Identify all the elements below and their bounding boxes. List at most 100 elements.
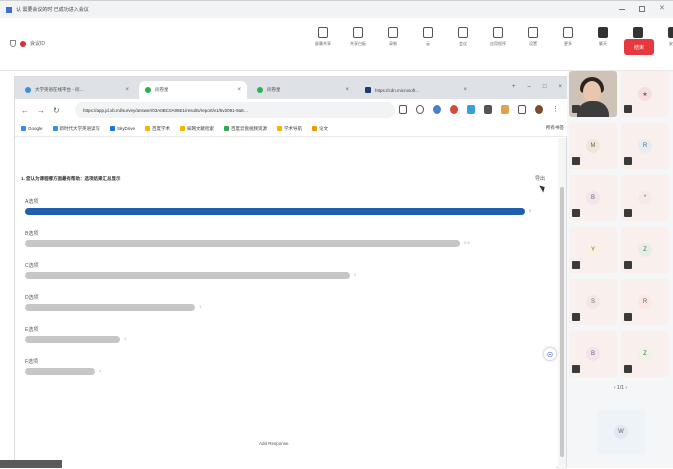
avatar: Z: [638, 347, 652, 361]
meeting-info[interactable]: 会议ID: [10, 40, 45, 47]
minimize-icon[interactable]: –: [528, 84, 531, 90]
window-title: 认 需要会议的时 已成功进入会议: [16, 7, 89, 13]
tab-strip: 大学英语在线平台 - 问… × 问卷星 × 问卷星 × https://cdn.…: [15, 77, 568, 99]
more-button[interactable]: 更多: [557, 27, 579, 47]
folder-icon: [180, 126, 186, 131]
whiteboard-icon: [353, 27, 363, 38]
chat-button[interactable]: 聊天: [592, 27, 614, 47]
bookmark-icon: [312, 126, 318, 131]
bookmark-item[interactable]: Google: [21, 126, 43, 131]
scrollbar-thumb[interactable]: [560, 187, 564, 457]
browser-tab[interactable]: https://cdn.microsoft… ×: [359, 81, 473, 99]
extension-icon[interactable]: [501, 105, 509, 114]
bookmark-label: 学术导航: [284, 125, 303, 131]
close-icon[interactable]: ✕: [659, 5, 665, 12]
add-response-link[interactable]: Add Response: [259, 441, 289, 446]
settings-button[interactable]: 设置: [522, 27, 544, 47]
option-bar: [25, 272, 350, 279]
bookmark-label: 新时代大学英语读写: [59, 125, 101, 131]
participant-tile[interactable]: B: [569, 331, 617, 377]
whiteboard-button[interactable]: 共享白板: [347, 27, 369, 47]
restore-icon[interactable]: □: [543, 84, 547, 90]
record-button[interactable]: 录制: [382, 27, 404, 47]
extension-icon[interactable]: [467, 105, 475, 114]
meeting-button[interactable]: 会议: [452, 27, 474, 47]
tab-close-icon[interactable]: ×: [345, 87, 349, 93]
reload-icon[interactable]: ↻: [53, 106, 60, 115]
cloud-button[interactable]: 云: [417, 27, 439, 47]
avatar: W: [614, 425, 628, 439]
end-meeting-button[interactable]: 结束: [624, 39, 654, 55]
tool-label: 更多: [564, 41, 572, 46]
tab-strip-controls: + – □ ×: [512, 84, 562, 90]
tab-label: https://cdn.microsoft…: [375, 87, 420, 93]
participant-tile[interactable]: M: [569, 123, 617, 169]
mic-icon: [624, 365, 632, 373]
bookmark-item[interactable]: SkyDrive: [110, 126, 135, 131]
participant-tile[interactable]: S: [569, 279, 617, 325]
security-button[interactable]: 安全: [662, 27, 673, 47]
participant-tile[interactable]: Z: [621, 227, 669, 273]
option-value: 1: [99, 368, 102, 373]
tab-label: 问卷星: [155, 87, 169, 92]
browser-tab-active[interactable]: 问卷星 ×: [139, 81, 247, 99]
participant-video-tile[interactable]: [569, 71, 617, 117]
tab-close-icon[interactable]: ×: [125, 87, 129, 93]
option-value: 2.8 ·: [464, 240, 473, 245]
option-row: B选项 2.8 ·: [25, 230, 535, 247]
bookmark-item[interactable]: 百度学术: [145, 126, 170, 132]
bookmark-item[interactable]: 百度云盘视频资源: [224, 126, 267, 132]
bookmark-item[interactable]: 论文: [312, 126, 328, 132]
tab-favicon-icon: [257, 87, 263, 93]
participant-tile[interactable]: B: [569, 175, 617, 221]
tab-close-icon[interactable]: ×: [237, 87, 241, 93]
forward-icon[interactable]: →: [37, 106, 45, 115]
zoom-icon[interactable]: [416, 105, 424, 114]
extension-icon[interactable]: [484, 105, 492, 114]
bookmark-item[interactable]: 知网文献检索: [180, 126, 214, 132]
bookmark-item[interactable]: 学术导航: [277, 126, 302, 132]
export-button[interactable]: 导出: [535, 175, 545, 182]
participant-tile[interactable]: *: [621, 175, 669, 221]
browser-tab[interactable]: 大学英语在线平台 - 问… ×: [19, 81, 135, 99]
participant-tile[interactable]: Z: [621, 331, 669, 377]
minimize-icon[interactable]: [619, 6, 625, 10]
browser-tab[interactable]: 问卷星 ×: [251, 81, 355, 99]
assistant-float-button[interactable]: ⊝: [543, 347, 557, 361]
participant-tile[interactable]: R: [621, 279, 669, 325]
recording-dot-icon: [20, 40, 26, 47]
meeting-id-label: 会议ID: [30, 41, 46, 47]
translate-icon[interactable]: [433, 105, 441, 114]
mic-icon: [572, 105, 580, 113]
avatar: M: [586, 139, 600, 153]
bookmark-label: Google: [28, 126, 43, 131]
all-bookmarks[interactable]: 所有书签: [546, 125, 564, 131]
sidebar-icon[interactable]: [518, 105, 526, 114]
option-bar: [25, 240, 460, 247]
new-tab-icon[interactable]: +: [512, 84, 516, 90]
participant-tile[interactable]: Y: [569, 227, 617, 273]
close-icon[interactable]: ×: [558, 84, 562, 90]
participant-tile[interactable]: R: [621, 123, 669, 169]
maximize-icon[interactable]: [639, 6, 645, 12]
address-bar[interactable]: https://app.jd.xb.ml/survey/answer/03A0B…: [75, 102, 395, 118]
participant-tile[interactable]: W: [597, 409, 645, 455]
apps-button[interactable]: 应用程序: [487, 27, 509, 47]
page-indicator[interactable]: ‹ 1/1 ›: [614, 385, 627, 391]
option-label: D选项: [25, 295, 39, 301]
option-label: E选项: [25, 327, 39, 333]
extension-icon[interactable]: [450, 105, 458, 114]
mic-icon: [624, 209, 632, 217]
tool-label: 屏幕共享: [315, 41, 331, 46]
menu-icon[interactable]: ⋮: [552, 105, 559, 114]
profile-avatar-icon[interactable]: [535, 105, 543, 114]
mic-icon: [624, 157, 632, 165]
cloud-icon: [423, 27, 433, 38]
participant-tile[interactable]: ★: [621, 71, 669, 117]
screenshot-icon[interactable]: [399, 105, 407, 114]
screen-share-button[interactable]: 屏幕共享: [312, 27, 334, 47]
bookmark-item[interactable]: 新时代大学英语读写: [52, 125, 101, 132]
tab-favicon-icon: [145, 87, 151, 93]
tab-close-icon[interactable]: ×: [463, 87, 467, 93]
back-icon[interactable]: ←: [21, 106, 29, 115]
